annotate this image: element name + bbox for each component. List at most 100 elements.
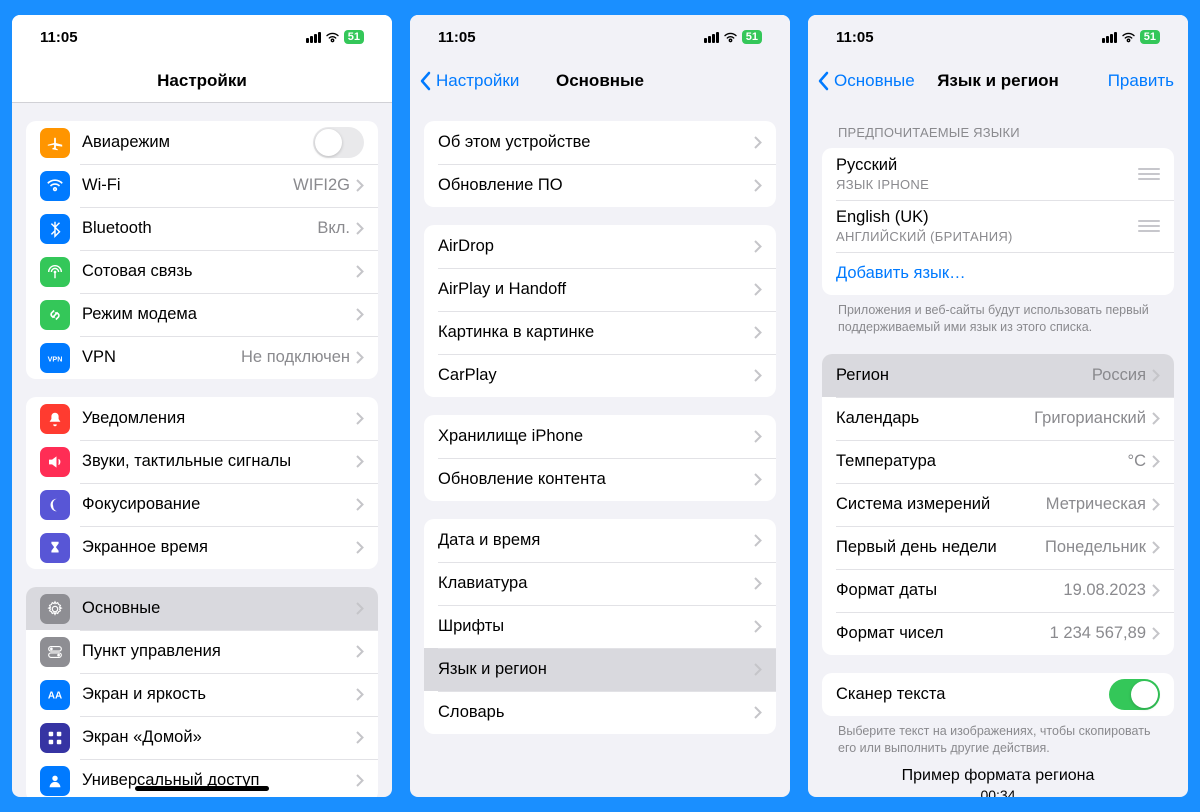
status-bar: 11:05 51	[12, 15, 392, 59]
aa-icon: AA	[40, 680, 70, 710]
settings-row[interactable]: Температура°C	[822, 440, 1174, 483]
settings-row[interactable]: Авиарежим	[26, 121, 378, 164]
chevron-left-icon	[818, 71, 830, 91]
settings-row[interactable]: Язык и регион	[424, 648, 776, 691]
settings-row[interactable]: Первый день неделиПонедельник	[822, 526, 1174, 569]
scanner-label: Сканер текста	[836, 685, 1109, 704]
row-label: Обновление контента	[438, 470, 754, 489]
add-language-row[interactable]: Добавить язык…	[822, 252, 1174, 295]
settings-row[interactable]: VPNVPNНе подключен	[26, 336, 378, 379]
settings-row[interactable]: BluetoothВкл.	[26, 207, 378, 250]
settings-row[interactable]: Хранилище iPhone	[424, 415, 776, 458]
row-label: Словарь	[438, 703, 754, 722]
settings-row[interactable]: AA Экран и яркость	[26, 673, 378, 716]
scanner-row[interactable]: Сканер текста	[822, 673, 1174, 716]
settings-row[interactable]: Экран «Домой»	[26, 716, 378, 759]
row-label: Обновление ПО	[438, 176, 754, 195]
edit-button[interactable]: Править	[1108, 71, 1174, 91]
settings-row[interactable]: Обновление ПО	[424, 164, 776, 207]
row-label: Экран и яркость	[82, 685, 356, 704]
back-button[interactable]: Основные	[818, 71, 915, 91]
language-row[interactable]: РусскийЯзык iPhone	[822, 148, 1174, 200]
row-label: Об этом устройстве	[438, 133, 754, 152]
settings-row[interactable]: Уведомления	[26, 397, 378, 440]
row-label: Регион	[836, 366, 1092, 385]
settings-screen: 11:05 51 Настройки Авиарежим Wi-FiWIFI2GB…	[12, 15, 392, 797]
back-button[interactable]: Настройки	[420, 71, 519, 91]
settings-row[interactable]: Шрифты	[424, 605, 776, 648]
status-indicators: 51	[1102, 30, 1160, 44]
settings-row[interactable]: КалендарьГригорианский	[822, 397, 1174, 440]
gear-icon	[40, 594, 70, 624]
settings-row[interactable]: РегионРоссия	[822, 354, 1174, 397]
settings-row[interactable]: Режим модема	[26, 293, 378, 336]
settings-row[interactable]: Пункт управления	[26, 630, 378, 673]
example-time: 00:34	[808, 787, 1188, 798]
row-label: Уведомления	[82, 409, 356, 428]
settings-row[interactable]: CarPlay	[424, 354, 776, 397]
settings-row[interactable]: Сотовая связь	[26, 250, 378, 293]
general-screen: 11:05 51 Настройки Основные Об этом устр…	[410, 15, 790, 797]
switches-icon	[40, 637, 70, 667]
scanner-toggle[interactable]	[1109, 679, 1160, 710]
battery-icon: 51	[742, 30, 762, 44]
header: Основные Язык и регион Править	[808, 59, 1188, 103]
status-time: 11:05	[40, 29, 78, 46]
signal-icon	[306, 32, 321, 43]
general-group-datetime: Дата и время Клавиатура Шрифты Язык и регио…	[424, 519, 776, 734]
settings-row[interactable]: AirPlay и Handoff	[424, 268, 776, 311]
settings-row[interactable]: Формат даты19.08.2023	[822, 569, 1174, 612]
grid-icon	[40, 723, 70, 753]
row-label: Формат чисел	[836, 624, 1050, 643]
antenna-icon	[40, 257, 70, 287]
settings-row[interactable]: Формат чисел1 234 567,89	[822, 612, 1174, 655]
toggle[interactable]	[313, 127, 364, 158]
settings-row[interactable]: Об этом устройстве	[424, 121, 776, 164]
row-label: Клавиатура	[438, 574, 754, 593]
language-region-screen: 11:05 51 Основные Язык и регион Править …	[808, 15, 1188, 797]
row-label: Шрифты	[438, 617, 754, 636]
row-label: Экран «Домой»	[82, 728, 356, 747]
page-title: Основные	[556, 71, 644, 91]
speaker-icon	[40, 447, 70, 477]
settings-row[interactable]: Универсальный доступ	[26, 759, 378, 797]
settings-row[interactable]: Дата и время	[424, 519, 776, 562]
language-sub: Английский (Британия)	[836, 229, 1138, 244]
settings-row[interactable]: Основные	[26, 587, 378, 630]
language-row[interactable]: English (UK) Английский (Британия)	[822, 200, 1174, 252]
drag-handle-icon[interactable]	[1138, 168, 1160, 180]
settings-row[interactable]: AirDrop	[424, 225, 776, 268]
battery-icon: 51	[344, 30, 364, 44]
settings-row[interactable]: Обновление контента	[424, 458, 776, 501]
row-label: Календарь	[836, 409, 1034, 428]
settings-row[interactable]: Картинка в картинке	[424, 311, 776, 354]
add-language-label: Добавить язык…	[836, 264, 966, 283]
settings-row[interactable]: Звуки, тактильные сигналы	[26, 440, 378, 483]
settings-row[interactable]: Экранное время	[26, 526, 378, 569]
row-label: Формат даты	[836, 581, 1063, 600]
home-indicator[interactable]	[135, 786, 269, 791]
drag-handle-icon[interactable]	[1138, 220, 1160, 232]
settings-row[interactable]: Фокусирование	[26, 483, 378, 526]
settings-row[interactable]: Клавиатура	[424, 562, 776, 605]
row-value: Григорианский	[1034, 409, 1146, 428]
region-group: РегионРоссияКалендарьГригорианскийТемпер…	[822, 354, 1174, 655]
settings-row[interactable]: Wi-FiWIFI2G	[26, 164, 378, 207]
scanner-group: Сканер текста	[822, 673, 1174, 716]
languages-footer: Приложения и веб-сайты будут использоват…	[838, 302, 1158, 336]
example-title: Пример формата региона	[808, 757, 1188, 787]
settings-row[interactable]: Система измеренийМетрическая	[822, 483, 1174, 526]
header: Настройки	[12, 59, 392, 103]
row-label: Язык и регион	[438, 660, 754, 679]
row-label: Авиарежим	[82, 133, 313, 152]
row-label: CarPlay	[438, 366, 754, 385]
row-label: Звуки, тактильные сигналы	[82, 452, 356, 471]
svg-text:AA: AA	[48, 690, 62, 701]
settings-row[interactable]: Словарь	[424, 691, 776, 734]
page-title: Настройки	[157, 71, 247, 91]
link-icon	[40, 300, 70, 330]
language-name: English (UK)	[836, 208, 1138, 227]
general-group-storage: Хранилище iPhone Обновление контента	[424, 415, 776, 501]
page-title: Язык и регион	[937, 71, 1059, 91]
status-indicators: 51	[306, 30, 364, 44]
